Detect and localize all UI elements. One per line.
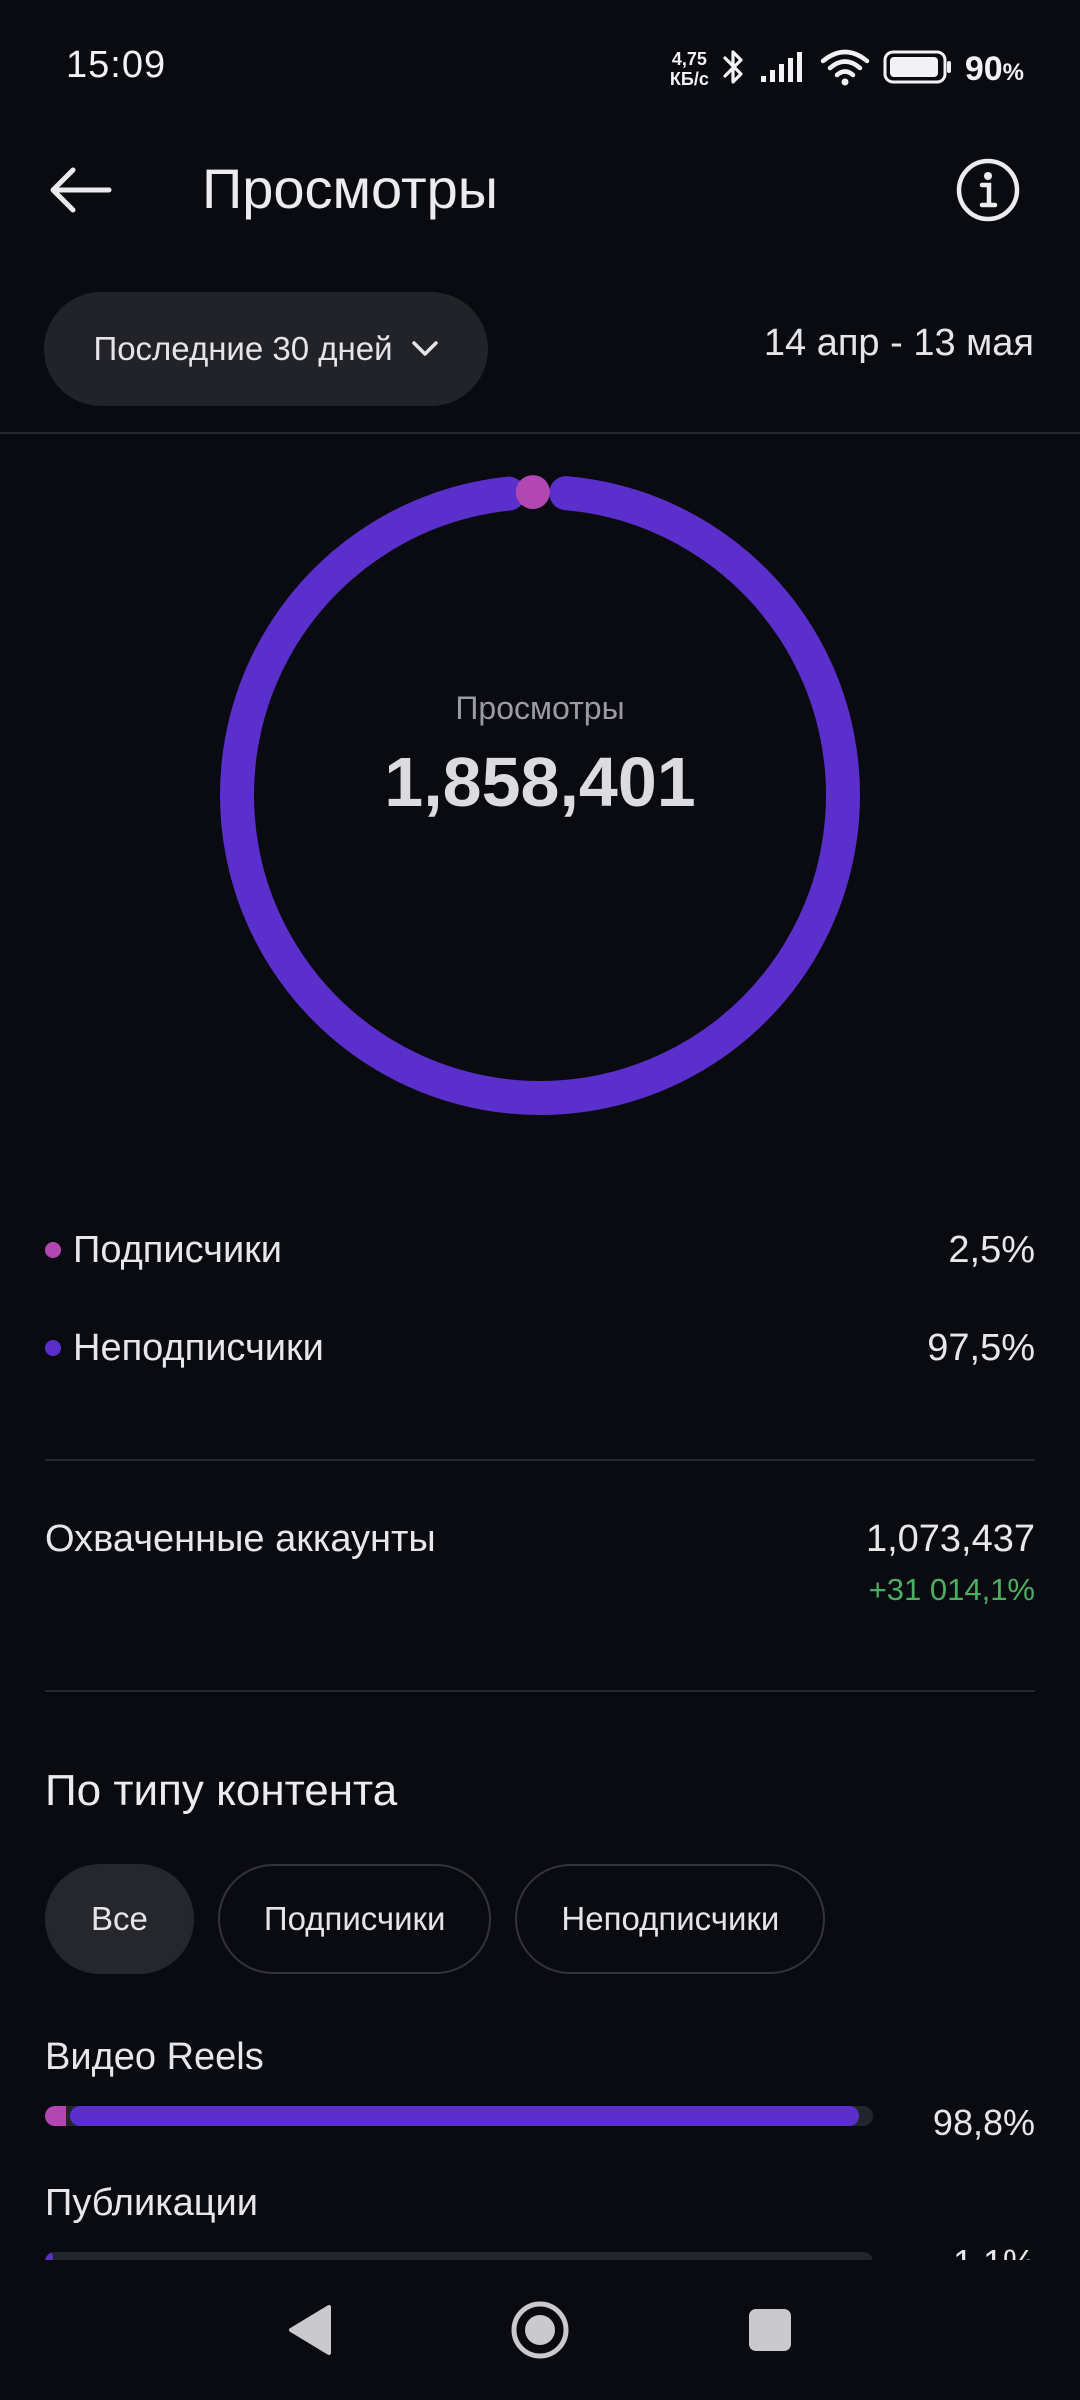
- battery-percent-value: 90: [964, 49, 1003, 88]
- bluetooth-icon: [721, 47, 747, 92]
- nav-back-button[interactable]: [270, 2290, 350, 2370]
- audience-filter-chips: Все Подписчики Неподписчики: [45, 1864, 826, 1974]
- chip-followers[interactable]: Подписчики: [217, 1864, 492, 1974]
- info-icon: [956, 158, 1020, 222]
- legend-dot-followers: [45, 1242, 61, 1258]
- date-range-text: 14 апр - 13 мая: [763, 322, 1034, 364]
- content-bar-reels: [45, 2106, 873, 2126]
- chip-non-followers[interactable]: Неподписчики: [515, 1864, 826, 1974]
- status-time: 15:09: [66, 44, 167, 86]
- content-row-pct-reels: 98,8%: [932, 2102, 1035, 2143]
- triangle-back-icon: [289, 2305, 331, 2355]
- system-navigation-bar: [0, 2260, 1080, 2400]
- info-button[interactable]: [952, 154, 1024, 226]
- content-row-label-posts: Публикации: [45, 2182, 259, 2224]
- content-type-title: По типу контента: [45, 1766, 398, 1815]
- app-header: Просмотры: [0, 140, 1080, 240]
- square-recents-icon: [749, 2309, 791, 2351]
- reached-accounts-label: Охваченные аккаунты: [45, 1518, 436, 1560]
- legend-dot-non-followers: [45, 1340, 61, 1356]
- content-bar-reels-non-followers: [69, 2106, 860, 2126]
- battery-percent: 90%: [965, 50, 1024, 89]
- wifi-icon: [819, 47, 871, 92]
- status-bar: 15:09 4,75 КБ/с 90%: [0, 0, 1080, 140]
- content-row-pct-posts: 1,1%: [953, 2242, 1035, 2260]
- battery-icon: [883, 49, 953, 90]
- content-bar-posts: [45, 2252, 873, 2260]
- page-title: Просмотры: [202, 157, 498, 220]
- status-icons: 4,75 КБ/с 90%: [670, 44, 1024, 94]
- legend-name-followers: Подписчики: [73, 1228, 283, 1271]
- nav-home-button[interactable]: [500, 2290, 580, 2370]
- chevron-down-icon: [411, 341, 438, 356]
- content-type-list[interactable]: Видео Reels 98,8% Публикации 1,1%: [0, 1990, 1080, 2260]
- reached-accounts-value: 1,073,437: [865, 1518, 1035, 1560]
- donut-center-label: Просмотры: [455, 690, 625, 726]
- chip-all[interactable]: Все: [45, 1864, 194, 1974]
- reach-divider: [45, 1690, 1035, 1692]
- network-speed: 4,75 КБ/с: [670, 49, 709, 89]
- legend-value-followers: 2,5%: [948, 1228, 1035, 1271]
- battery-percent-sign: %: [1002, 58, 1024, 86]
- legend-name-non-followers: Неподписчики: [73, 1326, 324, 1369]
- date-range-dropdown-label: Последние 30 дней: [93, 330, 393, 367]
- header-divider: [0, 432, 1080, 434]
- legend-item-followers: Подписчики 2,5%: [45, 1220, 1035, 1280]
- signal-icon: [759, 50, 807, 89]
- network-speed-value: 4,75: [671, 49, 707, 69]
- circle-home-icon: [511, 2301, 569, 2359]
- legend-divider: [45, 1459, 1035, 1461]
- back-button[interactable]: [40, 155, 120, 225]
- content-bar-reels-followers: [45, 2106, 66, 2126]
- arrow-left-icon: [50, 167, 112, 213]
- donut-center-value: 1,858,401: [384, 743, 696, 821]
- legend-item-non-followers: Неподписчики 97,5%: [45, 1318, 1035, 1378]
- content-row-label-reels: Видео Reels: [45, 2036, 264, 2078]
- content-bar-posts-non-followers: [45, 2252, 53, 2260]
- reached-accounts-change: +31 014,1%: [868, 1572, 1035, 1607]
- nav-recents-button[interactable]: [730, 2290, 810, 2370]
- network-speed-unit: КБ/с: [669, 69, 709, 89]
- legend-value-non-followers: 97,5%: [927, 1326, 1035, 1369]
- date-range-dropdown[interactable]: Последние 30 дней: [44, 292, 488, 406]
